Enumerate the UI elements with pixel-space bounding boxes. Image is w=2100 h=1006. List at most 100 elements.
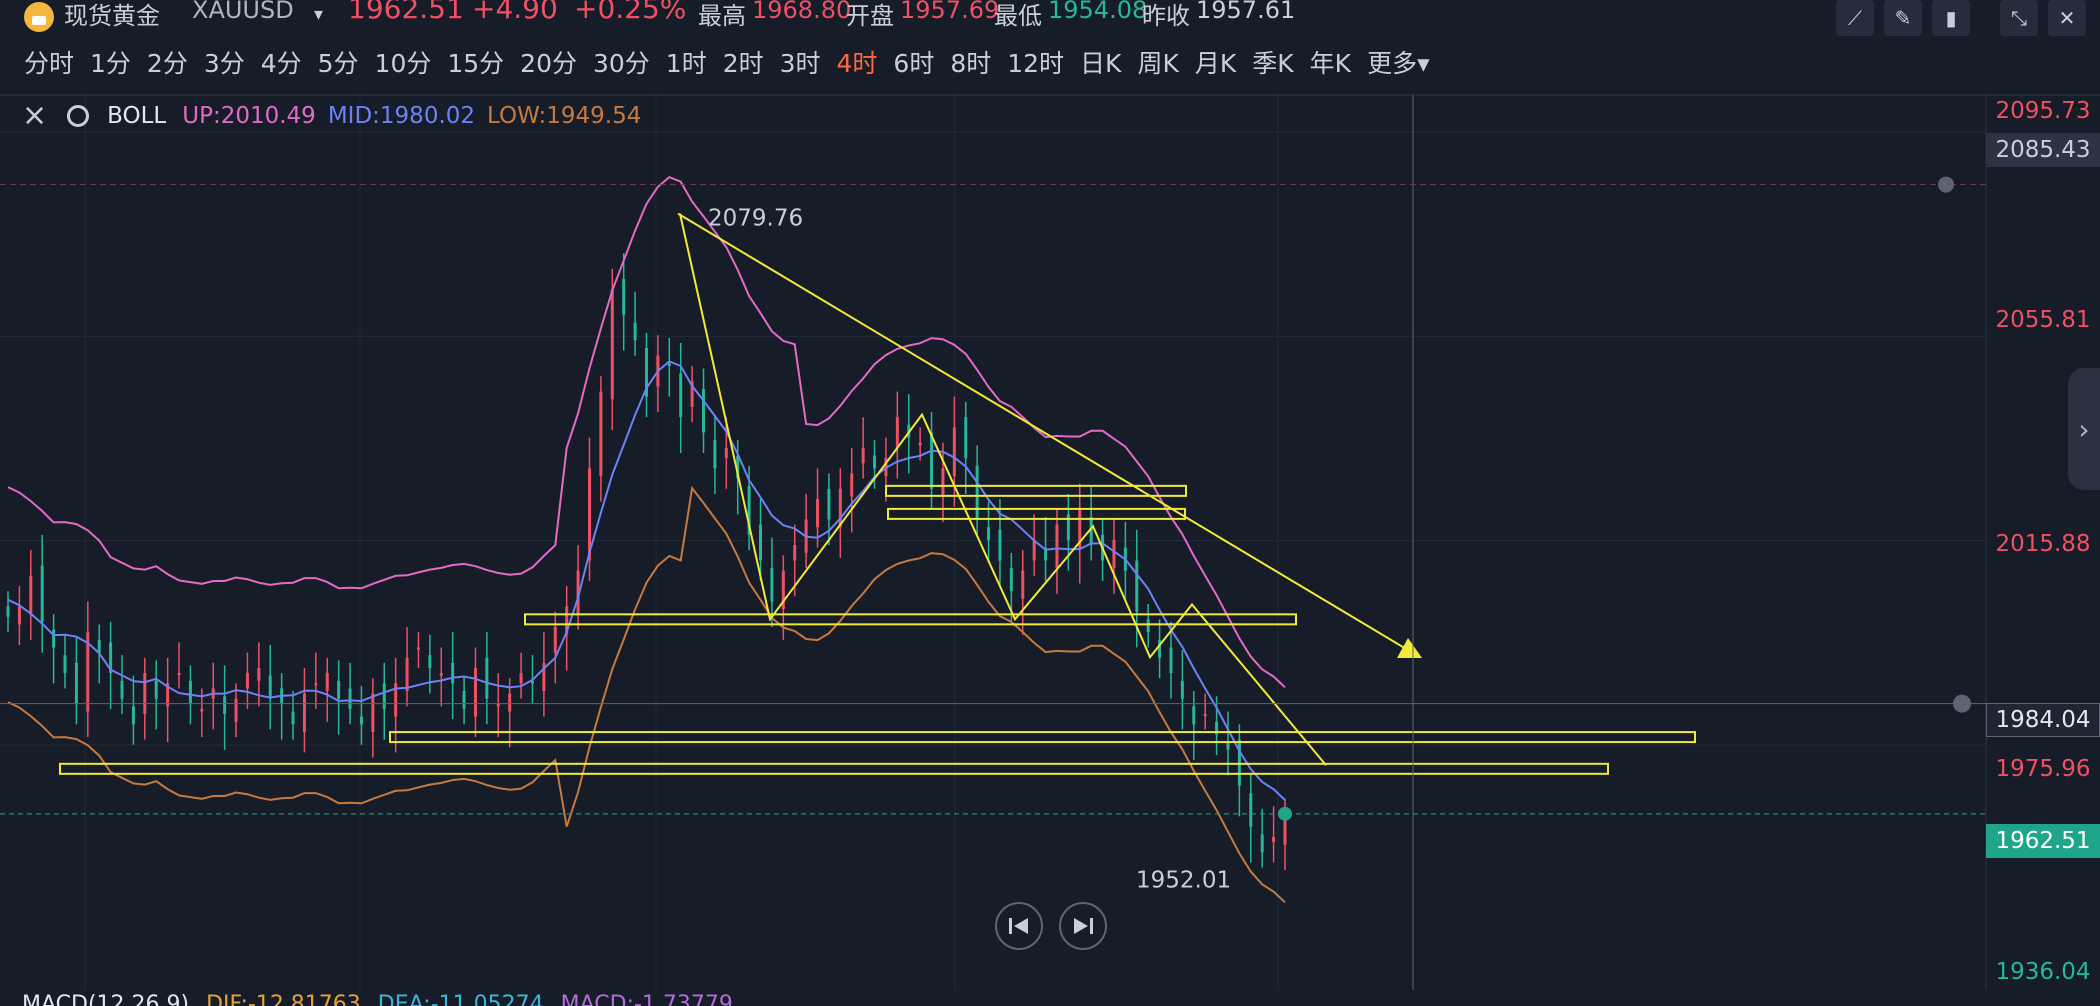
boll-mid-line: [7, 360, 1286, 801]
candle-body: [599, 391, 603, 477]
candle-body: [1192, 706, 1196, 725]
candle-body: [257, 667, 261, 681]
candle-body: [964, 417, 968, 459]
boll-upper-line: [7, 175, 1286, 689]
candle-body: [1180, 680, 1184, 699]
boll-up: UP:2010.49: [182, 103, 316, 129]
candle-body: [291, 711, 295, 725]
zigzag-wave: [679, 213, 1327, 766]
candle-body: [120, 680, 124, 699]
candle-body: [428, 655, 432, 668]
candle-body: [861, 447, 865, 464]
candle-body: [325, 673, 329, 692]
candle-body: [177, 673, 181, 676]
candle-body: [223, 696, 227, 715]
candle-body: [1249, 793, 1253, 827]
candle-body: [63, 655, 67, 674]
current-price-dot: [1278, 806, 1292, 821]
candle-body: [1055, 524, 1059, 569]
candle-body: [508, 693, 512, 712]
candle-body: [770, 568, 774, 602]
candle-body: [348, 688, 352, 709]
candle-body: [1260, 834, 1264, 853]
candle-body: [154, 680, 158, 699]
replay-prev-button[interactable]: [995, 902, 1043, 950]
candle-body: [1226, 742, 1230, 750]
macd-value: MACD:-1.73779: [560, 992, 733, 1006]
candle-body: [702, 388, 706, 433]
candle-body: [405, 657, 409, 692]
candle-body: [667, 363, 671, 366]
candle-body: [302, 693, 306, 732]
gear-icon[interactable]: [67, 105, 90, 127]
candle-body: [1032, 540, 1036, 561]
level-box: [887, 507, 1186, 520]
candle-body: [918, 442, 922, 446]
candle-body: [439, 673, 443, 676]
candle-body: [952, 427, 956, 477]
replay-next-button[interactable]: [1059, 902, 1107, 950]
candle-body: [97, 639, 101, 653]
candle-body: [234, 698, 238, 722]
swing-high-label: 2079.76: [708, 206, 803, 232]
expand-panel-handle[interactable]: ›: [2068, 368, 2100, 490]
candle-body: [975, 465, 979, 520]
candle-body: [622, 278, 626, 315]
candle-body: [679, 373, 683, 418]
boll-name: BOLL: [107, 103, 167, 129]
candle-body: [52, 629, 56, 648]
candle-body: [496, 703, 500, 707]
candle-body: [873, 455, 877, 469]
candle-body: [998, 529, 1002, 561]
current-price-tag: 1962.51: [1986, 824, 2100, 858]
candle-body: [759, 524, 763, 561]
candle-body: [793, 545, 797, 561]
candle-body: [987, 527, 991, 540]
bell-icon: [1953, 694, 1971, 713]
candle-body: [337, 680, 341, 699]
macd-name: MACD(12,26,9): [22, 992, 190, 1006]
candle-body: [40, 565, 44, 622]
skip-forward-icon: [1074, 918, 1093, 934]
candle-body: [382, 683, 386, 709]
candle-body: [838, 488, 842, 528]
boll-bands: [7, 175, 1286, 904]
close-indicator-icon[interactable]: ×: [22, 101, 47, 131]
candle-body: [610, 289, 614, 400]
candle-body: [17, 606, 21, 625]
boll-low: LOW:1949.54: [487, 103, 642, 129]
candle-body: [200, 708, 204, 712]
macd-dea: DEA:-11.05274: [377, 992, 544, 1006]
candle-body: [485, 657, 489, 699]
candle-body: [473, 667, 477, 717]
candle-body: [74, 662, 78, 704]
candle-body: [713, 440, 717, 469]
candle-body: [143, 673, 147, 715]
candle-body: [268, 675, 272, 699]
trend-arrow: [1397, 638, 1422, 659]
candle-body: [633, 322, 637, 341]
alert-price-tag[interactable]: 2085.43: [1986, 133, 2100, 167]
candle-body: [6, 606, 10, 617]
candle-body: [462, 691, 466, 709]
axis-tick-2095: 2095.73: [1995, 98, 2091, 124]
macd-legend: MACD(12,26,9) DIF:-12.81763 DEA:-11.0527…: [22, 992, 733, 1006]
boll-mid: MID:1980.02: [327, 103, 476, 129]
candle-body: [29, 575, 33, 615]
candle-body: [1112, 540, 1116, 569]
candle-body: [451, 662, 455, 684]
candle-body: [188, 680, 192, 704]
chevron-right-icon: ›: [2078, 412, 2090, 446]
candle-body: [827, 488, 831, 520]
level-box: [389, 731, 1696, 744]
price-chart[interactable]: 2079.76 1952.01: [0, 0, 2100, 1006]
candle-body: [1169, 647, 1173, 674]
chart-grid: [0, 94, 2100, 990]
candle-body: [131, 706, 135, 725]
candle-body: [895, 417, 899, 448]
candle-body: [1135, 560, 1139, 612]
candle-body: [416, 647, 420, 650]
axis-tick-2015: 2015.88: [1995, 531, 2091, 557]
axis-tick-1975: 1975.96: [1995, 756, 2091, 782]
bell-icon: [1938, 176, 1954, 193]
